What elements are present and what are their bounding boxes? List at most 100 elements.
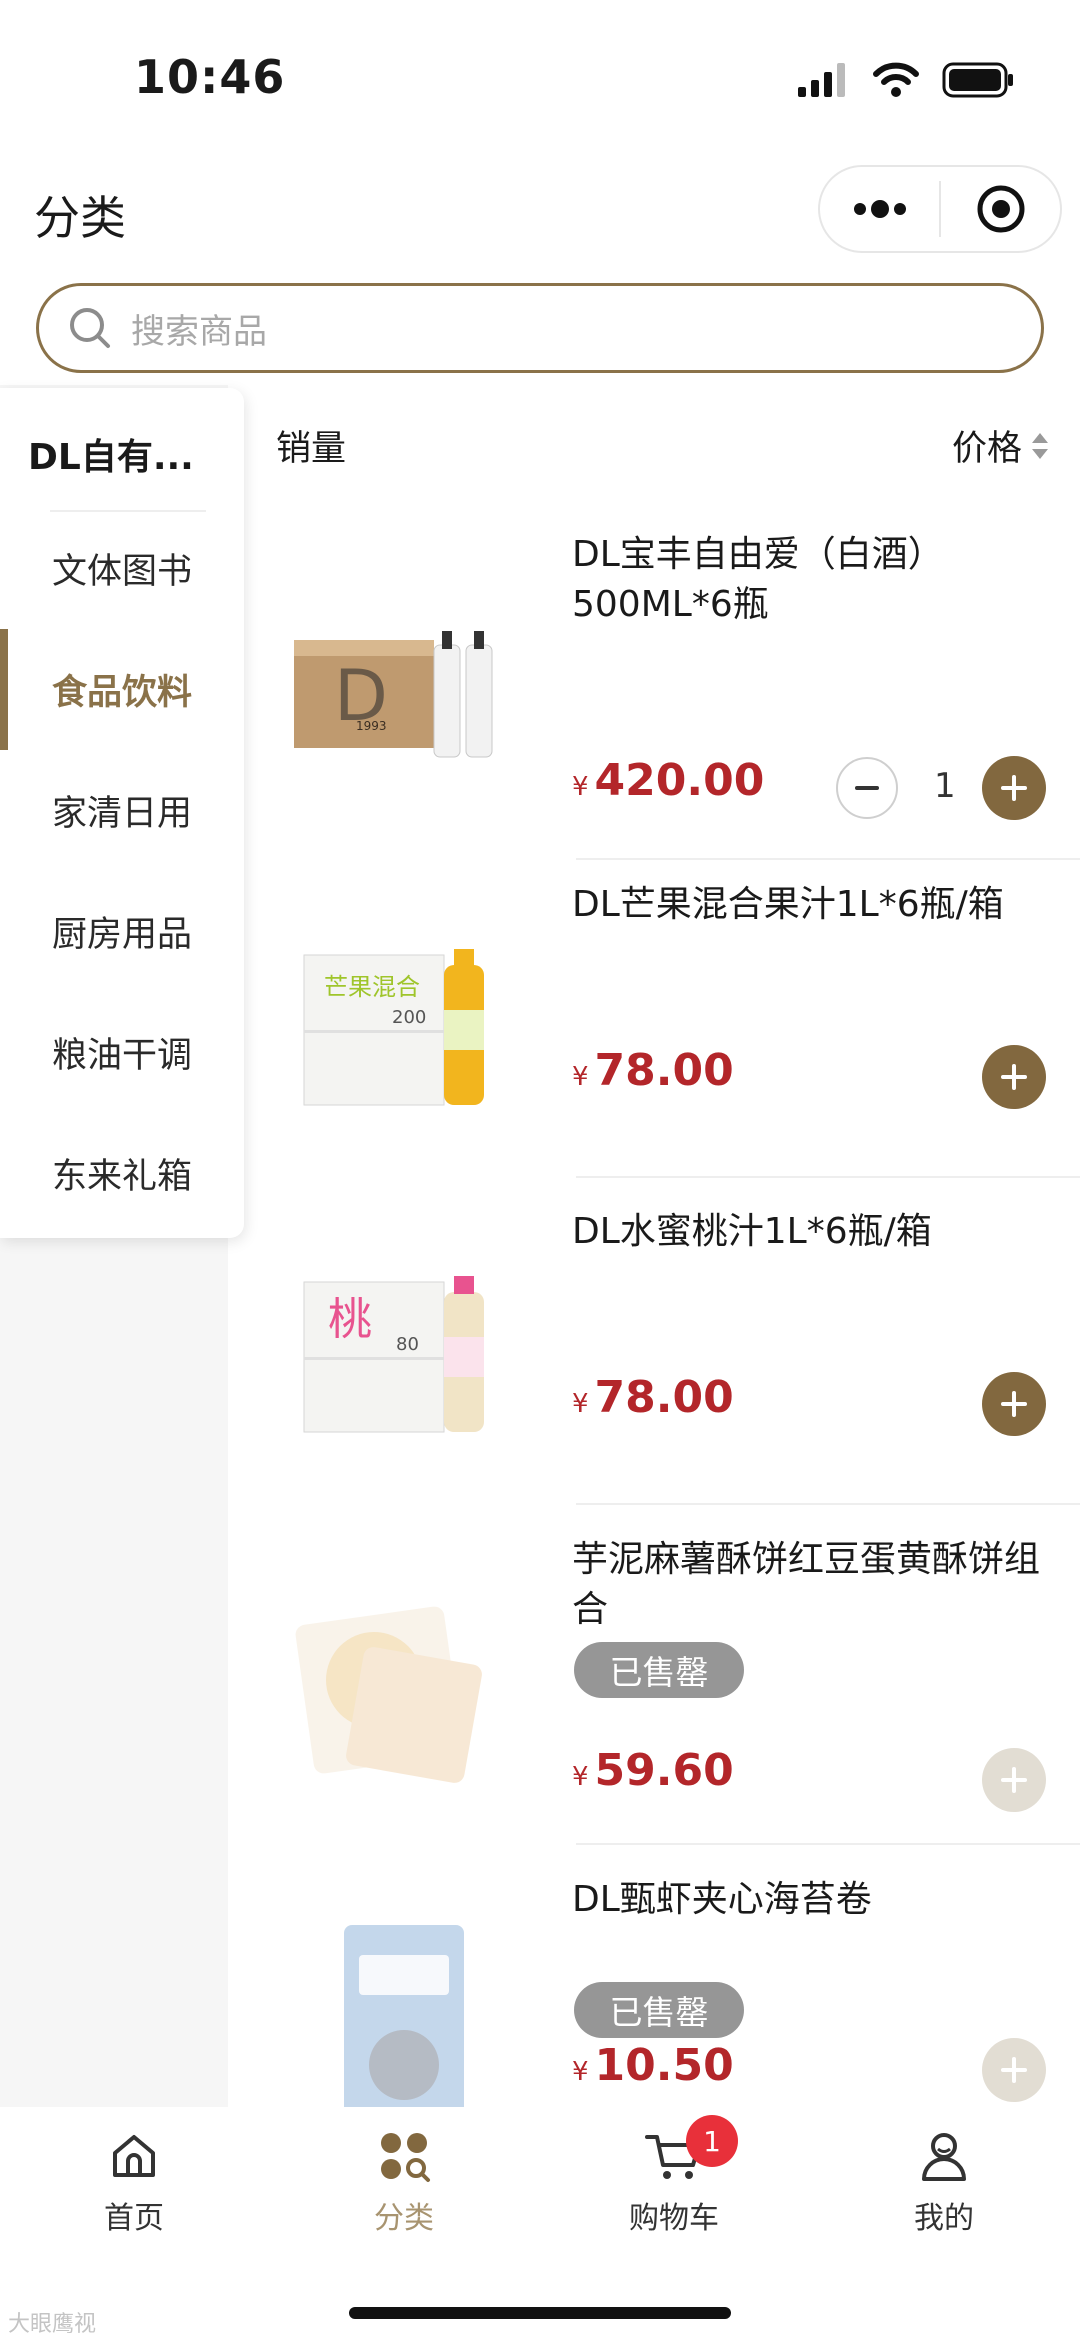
add-to-cart-button[interactable] [982,756,1046,820]
product-image: D 1993 [294,631,493,758]
sidebar-item-donglai[interactable]: 东来礼箱 [0,1113,244,1234]
plus-icon [1001,1391,1027,1417]
tab-label: 分类 [374,2201,434,2236]
mini-program-capsule [818,165,1062,253]
add-to-cart-button [982,1748,1046,1812]
sidebar-item-label: 食品饮料 [51,673,192,713]
tab-bar: 首页 分类 1 购物车 我的 [0,2107,1080,2341]
currency-symbol: ¥ [572,772,589,802]
sidebar-item-jiaqing[interactable]: 家清日用 [0,750,244,871]
signal-icon [798,63,845,97]
tab-cart[interactable]: 1 购物车 [574,2115,774,2237]
product-price: ¥10.50 [572,2040,734,2091]
product-card[interactable]: 芒果混合 200 DL芒果混合果汁1L*6瓶/箱 ¥78.00 [250,880,1080,1180]
add-to-cart-button[interactable] [982,1372,1046,1436]
product-divider [576,1176,1080,1178]
product-name[interactable]: DL芒果混合果汁1L*6瓶/箱 [572,880,1052,930]
product-card[interactable]: 已售罄 DL甄虾夹心海苔卷 ¥10.50 [250,1875,1080,2107]
decrease-quantity-button[interactable] [836,757,898,819]
home-indicator[interactable] [349,2307,731,2319]
currency-symbol: ¥ [572,1389,589,1419]
tab-category[interactable]: 分类 [304,2129,504,2237]
sold-out-badge: 已售罄 [574,1982,744,2038]
product-price: ¥420.00 [572,755,764,806]
product-card[interactable]: D 1993 DL宝丰自由爱（白酒）500ML*6瓶 ¥420.00 1 [250,530,1080,860]
price-value: 420.00 [594,755,765,806]
status-time: 10:46 [134,50,286,104]
baijiu-box-year: 1993 [356,719,387,733]
product-price: ¥59.60 [572,1745,734,1796]
currency-symbol: ¥ [572,1062,589,1092]
mango-box-count: 200 [392,1007,426,1028]
quantity-value: 1 [934,766,956,806]
product-divider [576,1503,1080,1505]
product-image [344,1925,464,2107]
minus-icon [855,786,879,790]
wifi-icon [873,62,919,97]
close-mini-program-button[interactable] [941,167,1060,251]
more-dots-icon [853,200,906,218]
currency-symbol: ¥ [572,1762,589,1792]
price-value: 78.00 [594,1372,734,1423]
sidebar-item-liangyou[interactable]: 粮油干调 [0,992,244,1113]
product-name[interactable]: DL宝丰自由爱（白酒）500ML*6瓶 [572,530,1052,630]
sidebar-item-label: 家清日用 [51,794,192,834]
product-card[interactable]: 桃 80 DL水蜜桃汁1L*6瓶/箱 ¥78.00 [250,1207,1080,1507]
watermark: 大眼鹰视 [8,2312,97,2337]
tab-label: 购物车 [629,2201,719,2236]
product-name[interactable]: DL甄虾夹心海苔卷 [572,1875,1052,1925]
sort-arrows-icon [1032,432,1048,459]
page-title: 分类 [34,191,126,245]
product-name[interactable]: DL水蜜桃汁1L*6瓶/箱 [572,1207,1052,1257]
mango-box-text: 芒果混合 [324,973,420,1001]
peach-box-text: 桃 [328,1294,372,1345]
price-value: 59.60 [594,1745,734,1796]
product-price: ¥78.00 [572,1045,734,1096]
product-image: 芒果混合 200 [303,949,484,1106]
product-name[interactable]: 芋泥麻薯酥饼红豆蛋黄酥饼组合 [572,1535,1052,1635]
target-icon [977,185,1024,233]
cart-count-badge: 1 [686,2115,738,2167]
sidebar-item-wenti[interactable]: 文体图书 [0,508,244,629]
status-bar: 10:46 [0,0,1080,150]
sidebar-header[interactable]: DL自有... [28,428,194,480]
sidebar-item-label: 粮油干调 [51,1036,192,1076]
search-input[interactable]: 搜索商品 [36,283,1044,373]
tab-label: 首页 [104,2201,164,2236]
tab-home[interactable]: 首页 [34,2129,234,2237]
user-icon [922,2133,966,2181]
sort-price-label: 价格 [951,429,1022,469]
sold-out-badge: 已售罄 [574,1642,744,1698]
tab-mine[interactable]: 我的 [844,2129,1044,2237]
search-placeholder: 搜索商品 [131,311,267,352]
tab-label: 我的 [914,2201,974,2236]
sidebar-item-label: 东来礼箱 [51,1157,192,1197]
active-indicator [0,629,8,750]
sidebar-item-label: 厨房用品 [51,915,192,955]
product-image [295,1606,482,1783]
product-price: ¥78.00 [572,1372,734,1423]
add-to-cart-button[interactable] [982,1045,1046,1109]
product-divider [576,1843,1080,1845]
sort-by-sales[interactable]: 销量 [276,420,346,471]
home-icon [113,2135,155,2177]
price-value: 10.50 [594,2040,734,2091]
more-button[interactable] [820,167,939,251]
search-icon [70,308,110,348]
currency-symbol: ¥ [572,2057,589,2087]
sidebar-item-chufang[interactable]: 厨房用品 [0,871,244,992]
sort-by-price[interactable]: 价格 [952,420,1050,471]
status-icons [798,58,1014,102]
category-sidebar: DL自有... 文体图书 食品饮料 家清日用 厨房用品 粮油干调 东来礼箱 [0,388,244,1238]
plus-icon [1001,1064,1027,1090]
category-icon [381,2133,430,2182]
plus-icon [1001,1767,1027,1793]
battery-icon [942,62,1013,98]
peach-box-count: 80 [396,1334,419,1355]
add-to-cart-button [982,2038,1046,2102]
sidebar-item-shipin[interactable]: 食品饮料 [0,629,244,750]
price-value: 78.00 [594,1045,734,1096]
product-divider [576,858,1080,860]
plus-icon [1001,2057,1027,2083]
product-card[interactable]: 已售罄 芋泥麻薯酥饼红豆蛋黄酥饼组合 ¥59.60 [250,1535,1080,1845]
